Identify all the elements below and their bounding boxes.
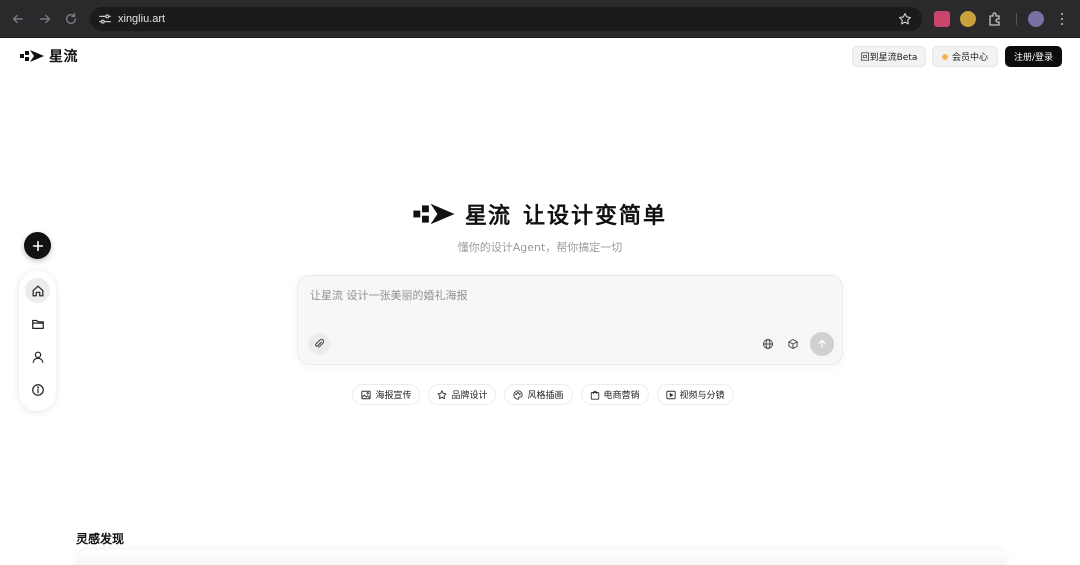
member-center-label: 会员中心 (951, 53, 988, 63)
back-icon[interactable] (8, 9, 28, 29)
hero-slogan: 让设计变简单 (523, 204, 668, 229)
globe-icon (763, 339, 773, 349)
palette-icon (513, 389, 524, 400)
paperclip-icon (315, 338, 325, 348)
extension-icon-2[interactable] (960, 11, 976, 27)
model-select-button[interactable] (782, 333, 804, 355)
chip-video[interactable]: 视频与分镜 (656, 384, 734, 405)
hero-heading: 星流 让设计变简单 (0, 198, 1080, 230)
inspiration-gallery-edge (76, 550, 1006, 565)
forward-icon[interactable] (35, 9, 55, 29)
chip-ecommerce[interactable]: 电商营销 (580, 384, 649, 405)
cube-icon (788, 339, 798, 349)
chip-label: 风格插画 (527, 391, 564, 401)
profile-avatar[interactable] (1028, 11, 1044, 27)
play-icon (665, 390, 676, 399)
sidebar-item-profile[interactable] (25, 344, 50, 369)
folder-icon (31, 319, 44, 329)
site-logo[interactable]: 星流 (20, 47, 78, 65)
user-icon (32, 351, 43, 363)
sidebar-item-projects[interactable] (25, 311, 50, 336)
address-bar[interactable]: xingliu.art (90, 7, 922, 31)
chip-brand[interactable]: 品牌设计 (428, 384, 497, 405)
hero-logo-mark-icon (413, 203, 455, 225)
chip-illustration[interactable]: 风格插画 (504, 384, 573, 405)
login-register-label: 注册/登录 (1013, 53, 1054, 63)
inspiration-title: 灵感发现 (76, 532, 125, 546)
arrow-up-icon (818, 339, 826, 349)
prompt-input[interactable] (310, 287, 830, 331)
member-center-button[interactable]: 会员中心 (932, 46, 998, 67)
chip-label: 视频与分镜 (679, 391, 725, 401)
bookmark-star-icon[interactable] (898, 12, 912, 26)
shopping-bag-icon (590, 390, 599, 400)
chip-label: 海报宣传 (375, 391, 412, 401)
browser-chrome: xingliu.art (0, 0, 1080, 38)
web-search-button[interactable] (757, 333, 779, 355)
logo-mark-icon (20, 50, 44, 62)
extension-icon-1[interactable] (934, 11, 950, 27)
reload-icon[interactable] (61, 9, 81, 29)
toolbar-divider (1016, 13, 1017, 25)
sidebar-item-home[interactable] (25, 278, 50, 303)
back-to-beta-button[interactable]: 回到星流Beta (852, 46, 926, 67)
chip-poster[interactable]: 海报宣传 (352, 384, 421, 405)
chip-label: 电商营销 (603, 391, 640, 401)
more-menu-icon[interactable] (1056, 11, 1068, 27)
image-icon (361, 390, 372, 399)
member-dot-icon (941, 53, 948, 60)
send-button[interactable] (810, 332, 834, 356)
back-to-beta-label: 回到星流Beta (860, 53, 918, 63)
site-settings-icon[interactable] (98, 12, 112, 26)
hero-subtitle: 懂你的设计Agent，帮你搞定一切 (457, 241, 623, 254)
chip-label: 品牌设计 (451, 391, 488, 401)
login-register-button[interactable]: 注册/登录 (1005, 46, 1062, 67)
url-text[interactable]: xingliu.art (118, 11, 165, 27)
prompt-box (297, 275, 843, 365)
star-icon (437, 389, 448, 399)
hero-brand: 星流 (464, 204, 511, 229)
quick-category-chips: 海报宣传 品牌设计 风格插画 电商营销 视频与分镜 (0, 384, 1080, 405)
extensions-puzzle-icon[interactable] (987, 11, 1003, 27)
home-icon (32, 285, 43, 296)
attach-button[interactable] (308, 333, 330, 355)
brand-name: 星流 (49, 49, 78, 65)
